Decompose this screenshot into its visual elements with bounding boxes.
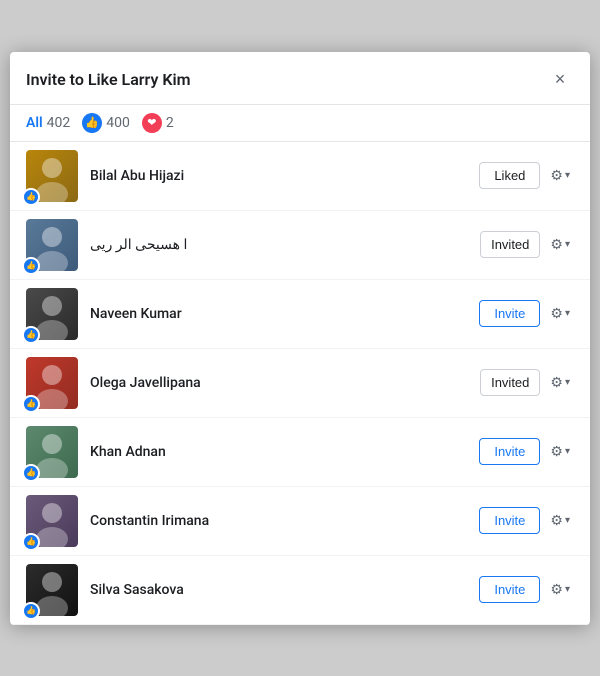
gear-icon: ⚙ bbox=[550, 581, 563, 598]
all-tab-label: All bbox=[26, 115, 43, 131]
list-item: 👍Naveen KumarInvite⚙▾ bbox=[10, 280, 590, 349]
invite-button[interactable]: Invite bbox=[479, 438, 540, 465]
people-list: 👍Bilal Abu HijaziLiked⚙▾ 👍ا هسیحی الر ری… bbox=[10, 142, 590, 625]
like-badge: 👍 bbox=[22, 464, 40, 482]
action-area: Invite⚙▾ bbox=[479, 438, 574, 465]
tab-all[interactable]: All 402 bbox=[26, 115, 70, 131]
gear-icon: ⚙ bbox=[550, 512, 563, 529]
person-name: Khan Adnan bbox=[90, 444, 467, 460]
list-item: 👍Constantin IrimanaInvite⚙▾ bbox=[10, 487, 590, 556]
list-item: 👍ا هسیحی الر رییInvited⚙▾ bbox=[10, 211, 590, 280]
gear-icon: ⚙ bbox=[550, 236, 563, 253]
list-item: 👍Khan AdnanInvite⚙▾ bbox=[10, 418, 590, 487]
action-area: Invited⚙▾ bbox=[480, 369, 574, 396]
gear-icon: ⚙ bbox=[550, 167, 563, 184]
gear-icon: ⚙ bbox=[550, 443, 563, 460]
list-item: 👍Bilal Abu HijaziLiked⚙▾ bbox=[10, 142, 590, 211]
chevron-down-icon: ▾ bbox=[565, 584, 570, 595]
gear-icon: ⚙ bbox=[550, 374, 563, 391]
action-area: Liked⚙▾ bbox=[479, 162, 574, 189]
tab-like[interactable]: 👍 400 bbox=[82, 113, 130, 133]
like-badge: 👍 bbox=[22, 395, 40, 413]
gear-dropdown-button[interactable]: ⚙▾ bbox=[546, 439, 574, 464]
like-badge: 👍 bbox=[22, 533, 40, 551]
chevron-down-icon: ▾ bbox=[565, 239, 570, 250]
modal-header: Invite to Like Larry Kim × bbox=[10, 52, 590, 105]
gear-dropdown-button[interactable]: ⚙▾ bbox=[546, 370, 574, 395]
person-name: ا هسیحی الر ریی bbox=[90, 237, 468, 253]
chevron-down-icon: ▾ bbox=[565, 377, 570, 388]
avatar: 👍 bbox=[26, 219, 78, 271]
action-area: Invite⚙▾ bbox=[479, 300, 574, 327]
filter-tabs: All 402 👍 400 ❤ 2 bbox=[10, 105, 590, 142]
love-count: 2 bbox=[166, 115, 174, 131]
close-button[interactable]: × bbox=[546, 66, 574, 94]
gear-dropdown-button[interactable]: ⚙▾ bbox=[546, 232, 574, 257]
invite-modal: Invite to Like Larry Kim × All 402 👍 400… bbox=[10, 52, 590, 625]
chevron-down-icon: ▾ bbox=[565, 170, 570, 181]
gear-dropdown-button[interactable]: ⚙▾ bbox=[546, 577, 574, 602]
gear-dropdown-button[interactable]: ⚙▾ bbox=[546, 301, 574, 326]
tab-love[interactable]: ❤ 2 bbox=[142, 113, 174, 133]
like-badge: 👍 bbox=[22, 188, 40, 206]
invite-button[interactable]: Invite bbox=[479, 576, 540, 603]
avatar: 👍 bbox=[26, 564, 78, 616]
person-name: Naveen Kumar bbox=[90, 306, 467, 322]
like-badge: 👍 bbox=[22, 257, 40, 275]
avatar: 👍 bbox=[26, 495, 78, 547]
person-name: Constantin Irimana bbox=[90, 513, 467, 529]
gear-icon: ⚙ bbox=[550, 305, 563, 322]
like-badge: 👍 bbox=[22, 602, 40, 620]
like-badge: 👍 bbox=[22, 326, 40, 344]
like-icon: 👍 bbox=[82, 113, 102, 133]
invited-button[interactable]: Invited bbox=[480, 369, 540, 396]
gear-dropdown-button[interactable]: ⚙▾ bbox=[546, 508, 574, 533]
chevron-down-icon: ▾ bbox=[565, 515, 570, 526]
person-name: Olega Javellipana bbox=[90, 375, 468, 391]
avatar: 👍 bbox=[26, 426, 78, 478]
list-item: 👍Olega JavellipanaInvited⚙▾ bbox=[10, 349, 590, 418]
invited-button[interactable]: Invited bbox=[480, 231, 540, 258]
all-tab-count: 402 bbox=[47, 115, 71, 131]
liked-button[interactable]: Liked bbox=[479, 162, 540, 189]
love-icon: ❤ bbox=[142, 113, 162, 133]
person-name: Silva Sasakova bbox=[90, 582, 467, 598]
avatar: 👍 bbox=[26, 357, 78, 409]
invite-button[interactable]: Invite bbox=[479, 507, 540, 534]
list-item: 👍Silva SasakovaInvite⚙▾ bbox=[10, 556, 590, 625]
chevron-down-icon: ▾ bbox=[565, 446, 570, 457]
invite-button[interactable]: Invite bbox=[479, 300, 540, 327]
avatar: 👍 bbox=[26, 288, 78, 340]
person-name: Bilal Abu Hijazi bbox=[90, 168, 467, 184]
action-area: Invite⚙▾ bbox=[479, 576, 574, 603]
modal-title: Invite to Like Larry Kim bbox=[26, 70, 191, 89]
like-count: 400 bbox=[106, 115, 130, 131]
avatar: 👍 bbox=[26, 150, 78, 202]
action-area: Invited⚙▾ bbox=[480, 231, 574, 258]
action-area: Invite⚙▾ bbox=[479, 507, 574, 534]
gear-dropdown-button[interactable]: ⚙▾ bbox=[546, 163, 574, 188]
chevron-down-icon: ▾ bbox=[565, 308, 570, 319]
